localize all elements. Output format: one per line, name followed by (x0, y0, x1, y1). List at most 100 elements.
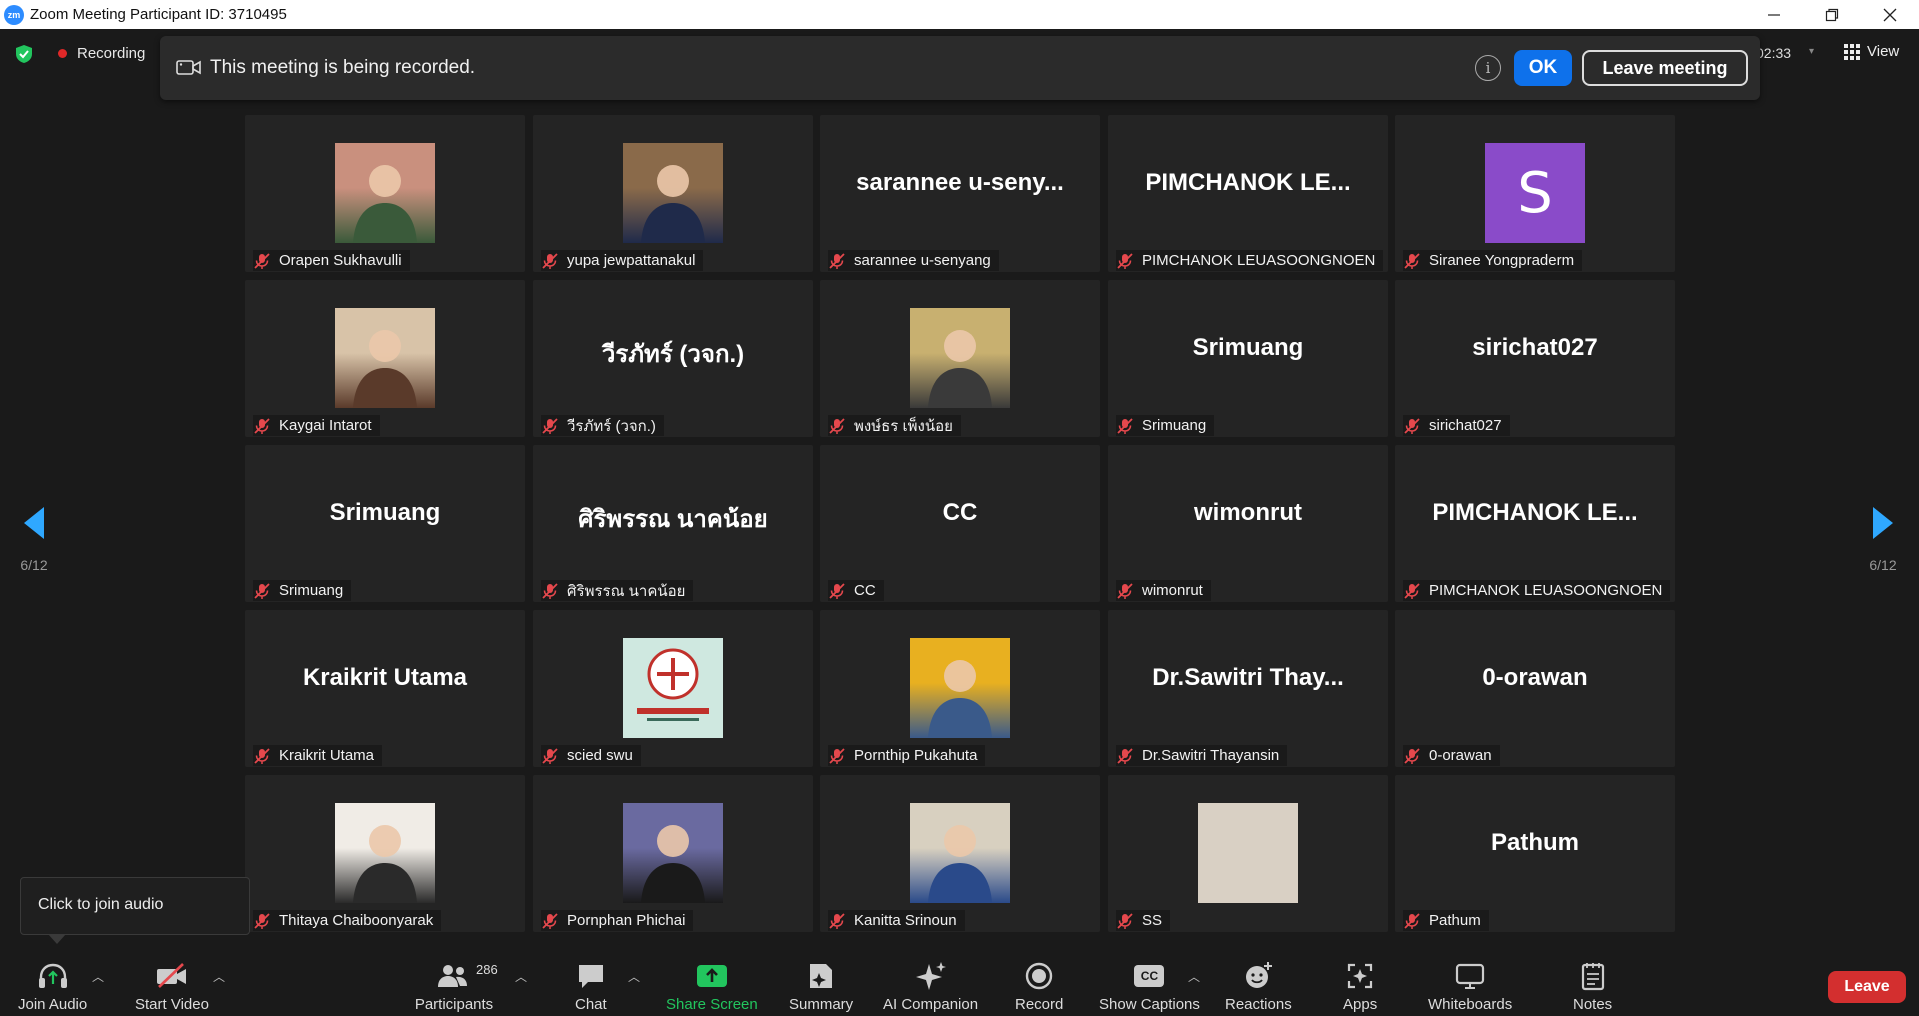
captions-options-chevron-icon[interactable]: ︿ (1188, 968, 1200, 985)
muted-mic-icon (254, 912, 270, 929)
participant-name-label: Kanitta Srinoun (828, 910, 965, 931)
leave-button[interactable]: Leave (1828, 971, 1906, 1003)
participant-tile[interactable]: Srimuang Srimuang (245, 445, 525, 602)
participant-tile[interactable]: Thitaya Chaiboonyarak (245, 775, 525, 932)
audio-options-chevron-icon[interactable]: ︿ (92, 968, 104, 985)
whiteboards-label: Whiteboards (1428, 996, 1513, 1013)
whiteboards-button[interactable]: Whiteboards (1428, 960, 1512, 1013)
participant-tile[interactable]: Pornphan Phichai (533, 775, 813, 932)
participant-tile[interactable]: Kaygai Intarot (245, 280, 525, 437)
participant-name: 0-orawan (1429, 747, 1492, 764)
show-captions-button[interactable]: CC Show Captions (1099, 960, 1200, 1013)
participant-tile[interactable]: PIMCHANOK LE... PIMCHANOK LEUASOONGNOEN (1108, 115, 1388, 272)
participant-tile[interactable]: S Siranee Yongpraderm (1395, 115, 1675, 272)
participant-tile[interactable]: wimonrut wimonrut (1108, 445, 1388, 602)
participant-display-name: PIMCHANOK LE... (1145, 169, 1351, 196)
participant-tile[interactable]: Dr.Sawitri Thay... Dr.Sawitri Thayansin (1108, 610, 1388, 767)
participant-tile[interactable]: sirichat027 sirichat027 (1395, 280, 1675, 437)
participant-tile[interactable]: Pornthip Pukahuta (820, 610, 1100, 767)
muted-mic-icon (1404, 582, 1420, 599)
participants-label: Participants (414, 996, 494, 1013)
meeting-timer: 02:33 (1756, 45, 1792, 61)
headphones-icon (38, 963, 67, 988)
join-audio-button[interactable]: Join Audio (18, 960, 87, 1013)
ok-button[interactable]: OK (1514, 50, 1572, 86)
info-icon[interactable]: i (1475, 55, 1501, 81)
restore-button[interactable] (1803, 0, 1861, 29)
participant-count-badge: 286 (476, 962, 498, 977)
join-audio-tooltip: Click to join audio (20, 877, 250, 935)
participant-tile[interactable]: sarannee u-seny... sarannee u-senyang (820, 115, 1100, 272)
participant-video (335, 308, 435, 408)
participant-tile[interactable]: 0-orawan 0-orawan (1395, 610, 1675, 767)
participant-tile[interactable]: PIMCHANOK LE... PIMCHANOK LEUASOONGNOEN (1395, 445, 1675, 602)
chat-button[interactable]: Chat (575, 960, 607, 1013)
participant-tile[interactable]: วีรภัทร์ (วจก.) วีรภัทร์ (วจก.) (533, 280, 813, 437)
muted-mic-icon (1117, 912, 1133, 929)
participant-name-label: Kraikrit Utama (253, 745, 383, 766)
apps-button[interactable]: Apps (1343, 960, 1377, 1013)
participant-tile[interactable]: scied swu (533, 610, 813, 767)
page-indicator-right: 6/12 (1869, 557, 1897, 573)
previous-page-button[interactable]: 6/12 (4, 506, 64, 573)
participant-tile[interactable]: SS (1108, 775, 1388, 932)
security-shield-icon[interactable] (14, 44, 34, 64)
participant-name-label: วีรภัทร์ (วจก.) (541, 415, 664, 436)
participant-display-name: 0-orawan (1482, 664, 1588, 691)
participant-tile[interactable]: Kraikrit Utama Kraikrit Utama (245, 610, 525, 767)
participant-video (1198, 803, 1298, 903)
participant-name-label: 0-orawan (1403, 745, 1500, 766)
view-label: View (1867, 43, 1900, 60)
participant-name: SS (1142, 912, 1163, 929)
leave-meeting-button[interactable]: Leave meeting (1582, 50, 1748, 86)
muted-mic-icon (254, 582, 270, 599)
recording-status[interactable]: Recording (58, 45, 145, 62)
close-button[interactable] (1861, 0, 1919, 29)
minimize-button[interactable] (1745, 0, 1803, 29)
participant-display-name: PIMCHANOK LE... (1432, 499, 1638, 526)
recording-notice-text: This meeting is being recorded. (210, 57, 476, 78)
participant-tile[interactable]: Kanitta Srinoun (820, 775, 1100, 932)
participant-display-name: Srimuang (1192, 334, 1304, 361)
participant-tile[interactable]: พงษ์ธร เพ็งน้อย (820, 280, 1100, 437)
view-button[interactable]: View (1844, 43, 1899, 60)
chat-options-chevron-icon[interactable]: ︿ (628, 968, 640, 985)
participant-display-name: sarannee u-seny... (856, 169, 1064, 196)
participant-tile[interactable]: yupa jewpattanakul (533, 115, 813, 272)
ai-companion-button[interactable]: AI Companion (883, 960, 978, 1013)
timer-chevron-down-icon[interactable]: ▾ (1809, 46, 1814, 57)
summary-icon (810, 964, 833, 988)
participant-name-label: SS (1116, 910, 1171, 931)
record-icon (1025, 962, 1053, 990)
participant-tile[interactable]: Orapen Sukhavulli (245, 115, 525, 272)
participant-name-label: scied swu (541, 745, 641, 766)
participant-video (623, 143, 723, 243)
participant-name-label: Kaygai Intarot (253, 415, 380, 436)
summary-button[interactable]: Summary (789, 960, 853, 1013)
participant-tile[interactable]: Pathum Pathum (1395, 775, 1675, 932)
share-screen-button[interactable]: Share Screen (666, 960, 758, 1013)
participant-video (623, 803, 723, 903)
muted-mic-icon (542, 912, 558, 929)
participant-name: Pornthip Pukahuta (854, 747, 978, 764)
reactions-button[interactable]: Reactions (1225, 960, 1292, 1013)
recording-dot-icon (58, 49, 67, 58)
arrow-left-icon (24, 507, 44, 539)
participant-name-label: PIMCHANOK LEUASOONGNOEN (1403, 580, 1671, 601)
video-options-chevron-icon[interactable]: ︿ (213, 968, 225, 985)
participants-button[interactable]: 286 Participants (414, 960, 498, 1013)
participants-options-chevron-icon[interactable]: ︿ (515, 968, 527, 985)
participant-video (335, 143, 435, 243)
share-screen-icon (696, 965, 727, 987)
participant-tile[interactable]: ศิริพรรณ นาคน้อย ศิริพรรณ นาคน้อย (533, 445, 813, 602)
participant-name: CC (854, 582, 876, 599)
participant-name-label: wimonrut (1116, 580, 1211, 601)
muted-mic-icon (1404, 912, 1420, 929)
participant-tile[interactable]: CC CC (820, 445, 1100, 602)
next-page-button[interactable]: 6/12 (1853, 506, 1913, 573)
start-video-button[interactable]: Start Video (135, 960, 209, 1013)
apps-icon (1347, 963, 1373, 989)
participant-tile[interactable]: Srimuang Srimuang (1108, 280, 1388, 437)
record-button[interactable]: Record (1015, 960, 1063, 1013)
notes-button[interactable]: Notes (1573, 960, 1612, 1013)
